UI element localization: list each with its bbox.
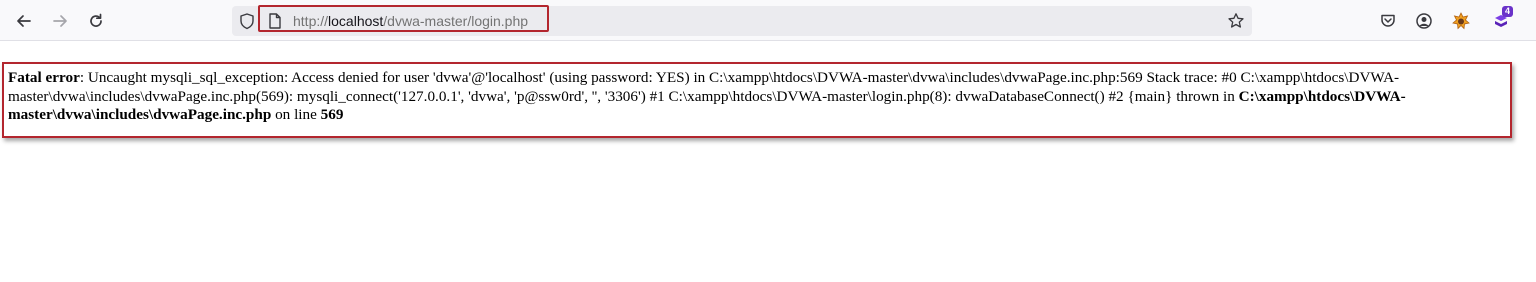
pocket-icon [1381, 14, 1395, 27]
error-line-number: 569 [320, 106, 344, 123]
forward-icon [53, 15, 67, 27]
forward-button[interactable] [45, 6, 75, 36]
account-icon [1416, 13, 1432, 29]
reload-button[interactable] [81, 6, 111, 36]
back-button[interactable] [9, 6, 39, 36]
bookmark-star-icon[interactable] [1227, 12, 1245, 30]
extension-icon [1452, 12, 1470, 30]
browser-toolbar: http://localhost/dvwa-master/login.php 4 [0, 0, 1536, 41]
error-message: : Uncaught mysqli_sql_exception: Access … [8, 69, 1400, 105]
reload-icon [90, 13, 102, 27]
account-button[interactable] [1409, 6, 1439, 36]
extension-button[interactable] [1446, 6, 1476, 36]
url-highlight-annotation [258, 5, 549, 32]
error-line-prefix: on line [271, 106, 321, 123]
error-label: Fatal error [8, 69, 80, 86]
back-icon [17, 15, 31, 27]
php-fatal-error-message: Fatal error: Uncaught mysqli_sql_excepti… [8, 69, 1488, 125]
pocket-button[interactable] [1373, 6, 1403, 36]
extension-count-badge: 4 [1502, 6, 1514, 17]
shield-icon[interactable] [238, 12, 256, 30]
